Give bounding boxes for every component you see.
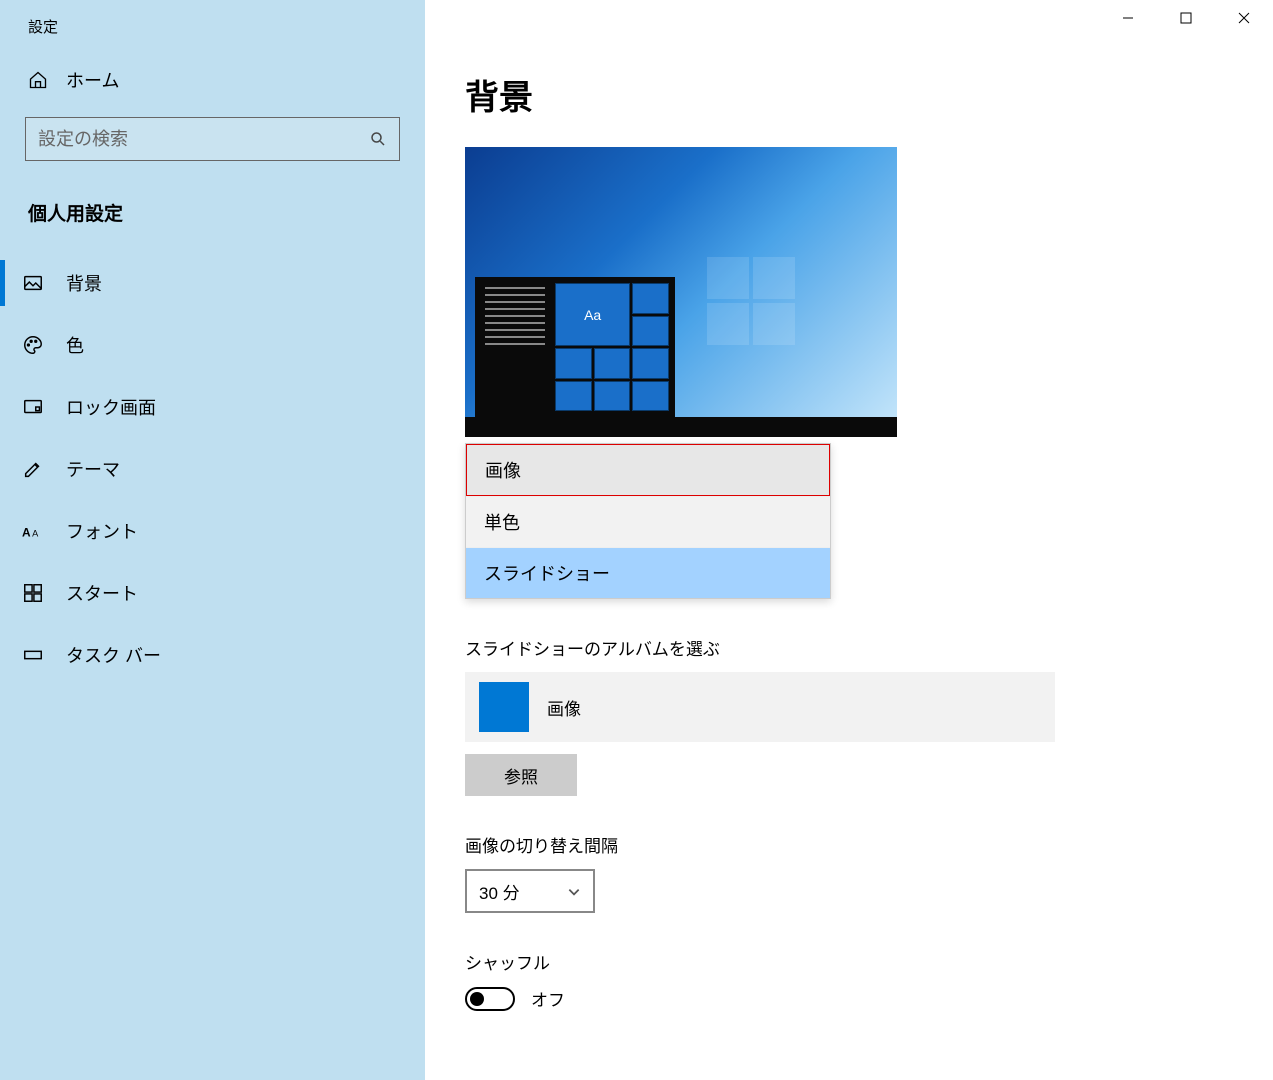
background-type-dropdown[interactable]: 画像 単色 スライドショー [465,443,831,599]
preview-sample-tile: Aa [555,283,630,346]
close-button[interactable] [1215,0,1273,36]
settings-window: 設定 ホーム 個人用設定 背景 [0,0,1273,1080]
sidebar-item-taskbar[interactable]: タスク バー [0,624,425,686]
shuffle-state: オフ [531,986,565,1011]
maximize-button[interactable] [1157,0,1215,36]
category-title: 個人用設定 [0,181,425,252]
home-label: ホーム [66,67,119,93]
shuffle-label: シャッフル [465,949,1273,974]
sidebar-item-fonts[interactable]: AA フォント [0,500,425,562]
desktop-preview: Aa [465,147,897,437]
sidebar-item-label: テーマ [66,456,120,482]
main-pane: 背景 Aa [425,0,1273,1080]
sidebar-item-themes[interactable]: テーマ [0,438,425,500]
sidebar-item-label: 色 [66,332,84,358]
svg-text:A: A [32,529,39,539]
sidebar-item-label: スタート [66,580,138,606]
shuffle-toggle[interactable] [465,987,515,1011]
search-input[interactable] [38,129,369,150]
home-button[interactable]: ホーム [0,57,425,107]
dropdown-option-solid[interactable]: 単色 [466,496,830,547]
shuffle-row: オフ [465,986,1273,1011]
sidebar-item-colors[interactable]: 色 [0,314,425,376]
palette-icon [22,334,44,356]
search-box[interactable] [25,117,400,161]
content: 背景 Aa [425,40,1273,1011]
sidebar-item-background[interactable]: 背景 [0,252,425,314]
chevron-down-icon [567,884,581,898]
nav-list: 背景 色 ロック画面 テーマ [0,252,425,686]
image-icon [22,272,44,294]
dropdown-option-slideshow[interactable]: スライドショー [466,547,830,598]
windows-logo-icon [707,257,797,347]
titlebar [425,0,1273,40]
sidebar: 設定 ホーム 個人用設定 背景 [0,0,425,1080]
album-thumbnail [479,682,529,732]
sidebar-item-label: タスク バー [66,642,161,668]
browse-button[interactable]: 参照 [465,754,577,796]
sidebar-item-lockscreen[interactable]: ロック画面 [0,376,425,438]
taskbar-icon [22,644,44,666]
toggle-knob [470,992,484,1006]
album-name: 画像 [547,695,581,720]
sidebar-item-label: フォント [66,518,138,544]
preview-start-menu: Aa [475,277,675,417]
window-title: 設定 [0,0,425,57]
theme-icon [22,458,44,480]
dropdown-option-picture[interactable]: 画像 [466,444,830,496]
sidebar-item-start[interactable]: スタート [0,562,425,624]
sidebar-item-label: 背景 [66,270,102,296]
search-icon [369,130,387,148]
lock-screen-icon [22,396,44,418]
svg-text:A: A [22,526,31,540]
page-title: 背景 [465,70,1273,119]
album-row[interactable]: 画像 [465,672,1055,742]
minimize-button[interactable] [1099,0,1157,36]
interval-label: 画像の切り替え間隔 [465,832,1273,857]
start-icon [22,582,44,604]
interval-value: 30 分 [479,879,520,904]
font-icon: AA [22,520,44,542]
sidebar-item-label: ロック画面 [66,394,156,420]
home-icon [28,70,48,90]
album-label: スライドショーのアルバムを選ぶ [465,635,1273,660]
preview-taskbar [465,417,897,437]
interval-select[interactable]: 30 分 [465,869,595,913]
